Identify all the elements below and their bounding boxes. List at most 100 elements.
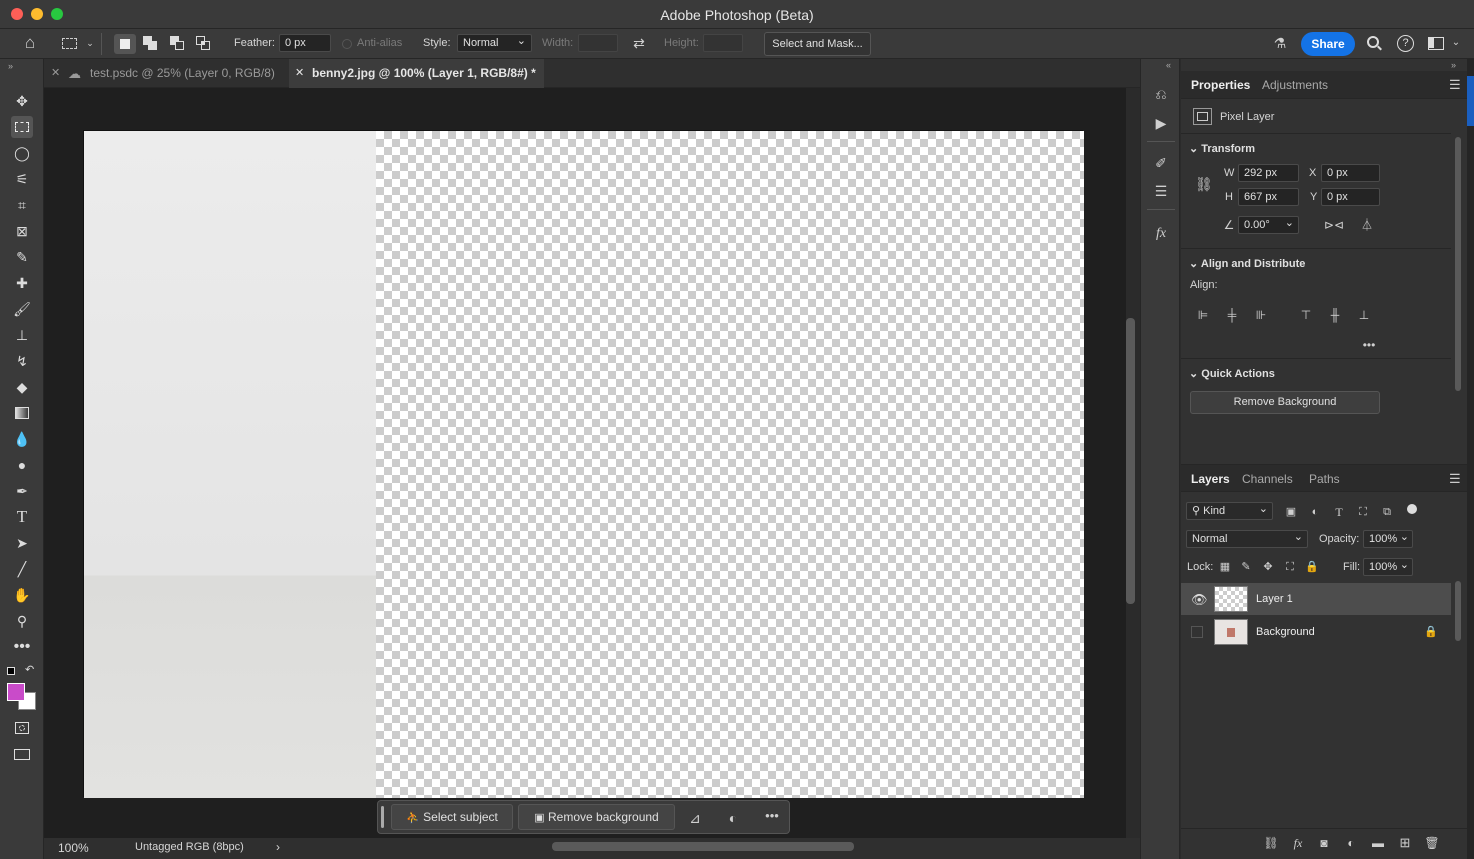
angle-field[interactable]: 0.00° ⌄ xyxy=(1238,216,1299,234)
blend-mode-select[interactable]: Normal ⌄ xyxy=(1186,530,1308,548)
vertical-scrollbar[interactable] xyxy=(1126,318,1135,604)
chevron-right-icon[interactable]: › xyxy=(276,840,280,854)
align-horizontal-center-icon[interactable]: ╪ xyxy=(1224,307,1240,323)
drag-handle[interactable] xyxy=(381,806,384,828)
align-top-icon[interactable]: ⊤ xyxy=(1298,307,1314,323)
layer-styles-icon[interactable]: fx xyxy=(1151,226,1171,242)
width-input[interactable] xyxy=(578,34,618,52)
tab-layers[interactable]: Layers xyxy=(1191,465,1230,493)
panel-menu-icon[interactable]: ☰ xyxy=(1449,71,1461,99)
height-field[interactable]: 667 px xyxy=(1238,188,1299,206)
lock-all-icon[interactable]: 🔒 xyxy=(1305,559,1319,575)
visibility-toggle[interactable] xyxy=(1191,626,1203,638)
more-tools-icon[interactable]: ••• xyxy=(11,636,33,658)
crop-tool-icon[interactable]: ⌗ xyxy=(11,194,33,216)
rect-marquee-tool[interactable] xyxy=(11,116,33,138)
tab-adjustments[interactable]: Adjustments xyxy=(1262,71,1328,99)
color-profile[interactable]: Untagged RGB (8bpc) xyxy=(135,841,244,853)
remove-background-button[interactable]: ▣ Remove background xyxy=(518,804,675,830)
type-tool-icon[interactable]: T xyxy=(11,506,33,528)
lasso-tool-icon[interactable]: ◯ xyxy=(11,142,33,164)
tab-test-psdc[interactable]: ✕ ☁ test.psdc @ 25% (Layer 0, RGB/8) xyxy=(44,59,289,88)
clone-stamp-tool-icon[interactable]: ⊥ xyxy=(11,324,33,346)
zoom-tool-icon[interactable]: ⚲ xyxy=(11,610,33,632)
layers-scrollbar[interactable] xyxy=(1455,581,1461,641)
more-align-icon[interactable]: ••• xyxy=(1360,337,1378,353)
foreground-color-swatch[interactable] xyxy=(7,683,25,701)
history-icon[interactable]: ⎌ xyxy=(1151,86,1171,102)
path-selection-tool-icon[interactable]: ➤ xyxy=(11,532,33,554)
fill-field[interactable]: 100% ⌄ xyxy=(1363,558,1413,576)
tab-properties[interactable]: Properties xyxy=(1191,71,1250,99)
filter-pixel-icon[interactable]: ▣ xyxy=(1283,504,1299,520)
swap-colors-icon[interactable]: ↶ xyxy=(25,663,34,676)
layer-row-layer-1[interactable]: 👁 Layer 1 xyxy=(1181,583,1451,615)
actions-play-icon[interactable]: ▶ xyxy=(1151,115,1171,131)
horizontal-scrollbar[interactable] xyxy=(552,842,854,851)
line-tool-icon[interactable]: ╱ xyxy=(11,558,33,580)
tab-paths[interactable]: Paths xyxy=(1309,465,1340,493)
filter-type-icon[interactable]: T xyxy=(1331,504,1347,520)
eraser-tool-icon[interactable]: ◆ xyxy=(11,376,33,398)
new-selection-button[interactable] xyxy=(114,34,136,54)
close-tab-icon[interactable]: ✕ xyxy=(51,59,60,88)
select-and-mask-button[interactable]: Select and Mask... xyxy=(764,32,871,56)
style-select[interactable]: Normal ⌄ xyxy=(457,34,532,52)
close-tab-icon[interactable]: ✕ xyxy=(295,59,304,88)
folder-icon[interactable]: ▬ xyxy=(1370,835,1386,851)
workspace-icon[interactable] xyxy=(1428,37,1444,50)
layer-name[interactable]: Layer 1 xyxy=(1256,593,1293,605)
move-tool-icon[interactable]: ✥ xyxy=(11,90,33,112)
tab-channels[interactable]: Channels xyxy=(1242,465,1293,493)
trash-icon[interactable]: 🗑 xyxy=(1424,835,1440,851)
align-section-title[interactable]: ⌄ Align and Distribute xyxy=(1189,257,1305,270)
collapse-icon[interactable]: « xyxy=(1166,60,1171,70)
help-icon[interactable]: ? xyxy=(1397,35,1414,52)
layer-filter-select[interactable]: ⚲ Kind ⌄ xyxy=(1186,502,1273,520)
gradient-tool-icon[interactable] xyxy=(11,402,33,424)
flask-icon[interactable]: ⚗ xyxy=(1271,35,1289,51)
collapse-toolbar-icon[interactable]: » xyxy=(8,61,13,71)
default-colors-icon[interactable] xyxy=(7,667,15,675)
filter-smart-object-icon[interactable]: ⧉ xyxy=(1379,504,1395,520)
filter-shape-icon[interactable]: ⛶ xyxy=(1355,504,1371,520)
eyedropper-tool-icon[interactable]: ✎ xyxy=(11,246,33,268)
add-selection-button[interactable] xyxy=(143,36,157,50)
feather-input[interactable]: 0 px xyxy=(279,34,331,52)
adjustment-layer-icon[interactable]: ◐ xyxy=(1343,835,1359,851)
pen-tool-icon[interactable]: ✒ xyxy=(11,480,33,502)
link-icon[interactable]: ⛓ xyxy=(1195,176,1213,192)
lock-position-icon[interactable]: ✥ xyxy=(1261,559,1275,575)
lock-artboard-icon[interactable]: ⛶ xyxy=(1283,559,1297,575)
hand-tool-icon[interactable]: ✋ xyxy=(11,584,33,606)
filter-adjustment-icon[interactable]: ◐ xyxy=(1307,504,1323,520)
intersect-selection-button[interactable] xyxy=(196,36,210,50)
flip-horizontal-icon[interactable]: ⊳⊲ xyxy=(1324,217,1344,233)
zoom-level[interactable]: 100% xyxy=(58,841,89,855)
lock-image-icon[interactable]: ✎ xyxy=(1239,559,1253,575)
panel-menu-icon[interactable]: ☰ xyxy=(1449,465,1461,493)
width-field[interactable]: 292 px xyxy=(1238,164,1299,182)
select-subject-button[interactable]: ⛹ Select subject xyxy=(391,804,513,830)
adjustment-icon[interactable]: ◐ xyxy=(724,810,742,826)
align-vertical-center-icon[interactable]: ╫ xyxy=(1327,307,1343,323)
more-options-icon[interactable]: ••• xyxy=(762,808,782,824)
remove-background-quick-action[interactable]: Remove Background xyxy=(1190,391,1380,414)
eye-icon[interactable]: 👁 xyxy=(1191,592,1208,608)
dodge-tool-icon[interactable]: ● xyxy=(11,454,33,476)
lock-transparent-icon[interactable]: ▦ xyxy=(1218,559,1232,575)
chevron-down-icon[interactable]: ⌄ xyxy=(1450,35,1462,51)
adjustments-sliders-icon[interactable]: ☰ xyxy=(1151,183,1171,199)
history-brush-tool-icon[interactable]: ↯ xyxy=(11,350,33,372)
frame-tool-icon[interactable]: ⊠ xyxy=(11,220,33,242)
new-layer-icon[interactable]: ⊞ xyxy=(1397,835,1413,851)
layer-name[interactable]: Background xyxy=(1256,626,1315,638)
brush-settings-icon[interactable]: ✐ xyxy=(1151,155,1171,171)
marquee-preset-picker[interactable]: ⌄ xyxy=(56,33,102,55)
antialias-checkbox[interactable] xyxy=(342,39,352,49)
link-layers-icon[interactable]: ⛓ xyxy=(1263,835,1279,851)
quick-actions-section-title[interactable]: ⌄ Quick Actions xyxy=(1189,367,1275,380)
layer-row-background[interactable]: Background 🔒 xyxy=(1181,616,1451,648)
align-left-icon[interactable]: ⊫ xyxy=(1195,307,1211,323)
opacity-field[interactable]: 100% ⌄ xyxy=(1363,530,1413,548)
